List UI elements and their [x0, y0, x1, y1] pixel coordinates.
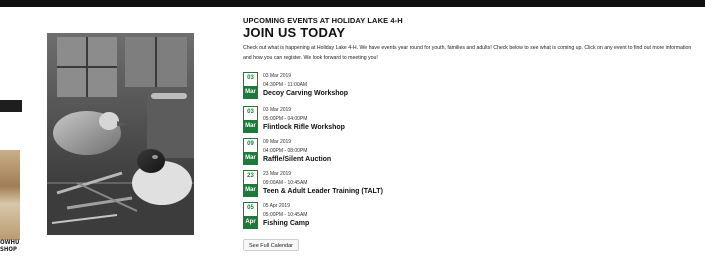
date-badge: 23 Mar: [243, 170, 258, 197]
see-full-calendar-button[interactable]: See Full Calendar: [243, 239, 299, 251]
date-month: Mar: [243, 86, 258, 99]
event-time: 04:00PM - 08:00PM: [263, 148, 308, 154]
section-intro: Check out what is happening at Holiday L…: [243, 45, 692, 61]
date-month: Mar: [243, 184, 258, 197]
event-time: 09:00AM - 10:45AM: [263, 180, 308, 186]
event-date: 03 Mar 2019: [263, 73, 292, 79]
left-partial-line2: SHOP: [0, 246, 17, 253]
left-dark-band: [0, 100, 22, 112]
date-badge: 05 Apr: [243, 202, 258, 229]
left-partial-line1: OWHU: [0, 239, 20, 246]
event-time: 05:00PM - 10:45AM: [263, 212, 308, 218]
event-item[interactable]: 03 Mar 03 Mar 2019 04:30PM - 11:00AM Dec…: [243, 72, 663, 100]
decoy-photo-illustration: [47, 33, 194, 235]
event-item[interactable]: 03 Mar 03 Mar 2019 05:00PM - 04:00PM Fli…: [243, 106, 663, 134]
date-month: Mar: [243, 120, 258, 133]
date-day: 23: [247, 173, 254, 179]
date-badge: 09 Mar: [243, 138, 258, 165]
date-day: 03: [247, 109, 254, 115]
event-title-link[interactable]: Teen & Adult Leader Training (TALT): [263, 188, 383, 195]
event-time: 04:30PM - 11:00AM: [263, 82, 308, 88]
date-month: Apr: [243, 216, 258, 229]
section-title: JOIN US TODAY: [243, 25, 346, 40]
event-item[interactable]: 05 Apr 05 Apr 2019 05:00PM - 10:45AM Fis…: [243, 202, 663, 230]
date-month: Mar: [243, 152, 258, 165]
event-item[interactable]: 23 Mar 23 Mar 2019 09:00AM - 10:45AM Tee…: [243, 170, 663, 198]
event-title-link[interactable]: Fishing Camp: [263, 220, 309, 227]
left-partial-label[interactable]: OWHU SHOP: [0, 239, 24, 253]
date-day: 05: [247, 205, 254, 211]
date-badge: 03 Mar: [243, 106, 258, 133]
date-badge: 03 Mar: [243, 72, 258, 99]
decoy-carving-photo: [47, 33, 194, 235]
event-item[interactable]: 09 Mar 09 Mar 2019 04:00PM - 08:00PM Raf…: [243, 138, 663, 166]
event-title-link[interactable]: Flintlock Rifle Workshop: [263, 124, 345, 131]
event-date: 05 Apr 2019: [263, 203, 290, 209]
event-date: 03 Mar 2019: [263, 107, 292, 113]
top-bar: [0, 0, 705, 7]
event-title-link[interactable]: Raffle/Silent Auction: [263, 156, 331, 163]
event-date: 23 Mar 2019: [263, 171, 292, 177]
date-day: 03: [247, 75, 254, 81]
left-edge-partial: OWHU SHOP: [0, 0, 22, 260]
event-date: 09 Mar 2019: [263, 139, 292, 145]
event-time: 05:00PM - 04:00PM: [263, 116, 308, 122]
event-title-link[interactable]: Decoy Carving Workshop: [263, 90, 348, 97]
left-partial-photo[interactable]: [0, 150, 20, 240]
section-heading: UPCOMING EVENTS AT HOLIDAY LAKE 4-H: [243, 16, 403, 25]
date-day: 09: [247, 141, 254, 147]
